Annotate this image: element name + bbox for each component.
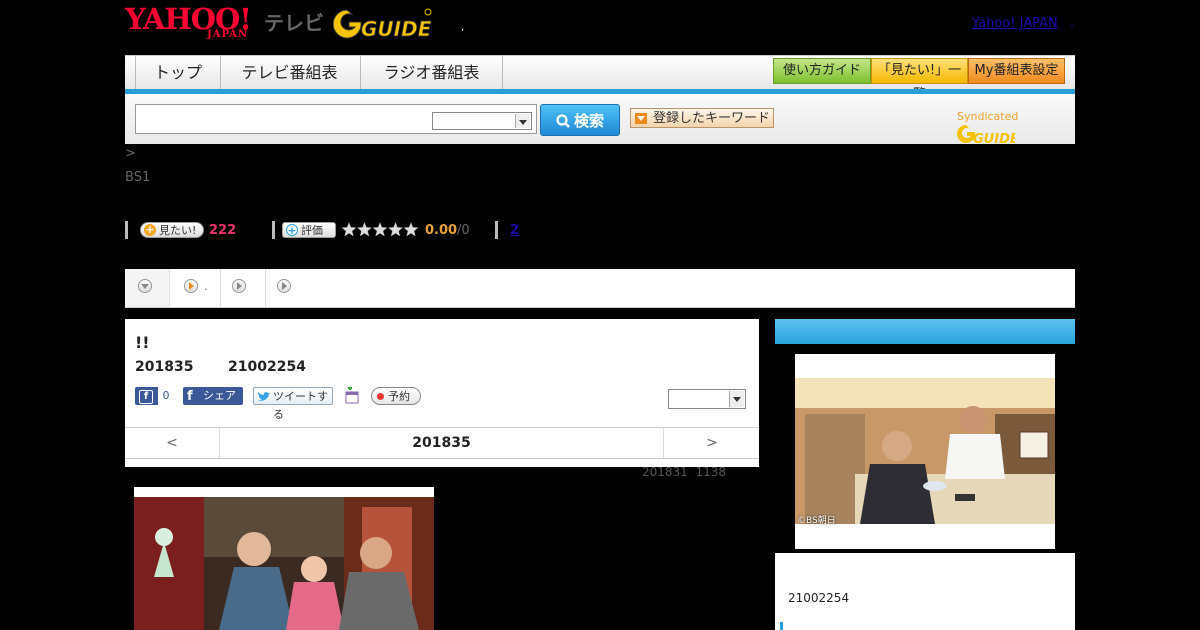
right-photo-frame: ©BS朝日 xyxy=(775,344,1075,553)
nav-tab-radio-listings[interactable]: ラジオ番組表 xyxy=(361,56,503,90)
play-icon xyxy=(277,279,291,293)
gguide-logo[interactable]: GUIDE xyxy=(332,6,433,42)
channel-name: BS1 xyxy=(125,170,151,185)
right-panel: ©BS朝日 21002254 xyxy=(775,319,1075,630)
rating-score: 0.00 xyxy=(425,223,458,238)
nav-tab-top[interactable]: トップ xyxy=(135,56,221,90)
facebook-icon: f xyxy=(139,390,153,404)
program-date: 201835 xyxy=(135,359,194,375)
plus-icon: + xyxy=(286,224,298,237)
search-button[interactable]: 検索 xyxy=(540,104,620,136)
program-panel: !! 201835 21002254 f 0 f シェア ツイートする 予約 <… xyxy=(125,319,759,467)
breadcrumb: > xyxy=(125,146,136,161)
divider xyxy=(272,221,275,239)
dropdown-arrow-icon xyxy=(635,113,647,124)
want-list-button[interactable]: 「見たい!」一覧 xyxy=(871,58,968,102)
program-photo-image xyxy=(134,497,434,630)
star-icon[interactable] xyxy=(387,221,404,237)
tweet-button[interactable]: ツイートする xyxy=(253,387,333,421)
calendar-add-icon[interactable] xyxy=(344,386,360,405)
star-rating xyxy=(341,221,421,243)
play-icon xyxy=(232,279,246,293)
date-pager: < 201835 > xyxy=(125,427,759,459)
yahoo-japan-link[interactable]: Yahoo! JAPAN xyxy=(972,16,1058,31)
rate-button[interactable]: + 評価 xyxy=(282,222,336,238)
program-tabs: . xyxy=(125,269,1075,308)
stars-icon xyxy=(341,221,419,237)
divider xyxy=(495,221,498,239)
chevron-down-icon xyxy=(515,114,530,128)
plus-icon: + xyxy=(144,223,156,236)
yahoo-japan-logo[interactable]: YAHOO! JAPAN xyxy=(125,4,260,42)
guide-button[interactable]: 使い方ガイド xyxy=(773,58,871,84)
program-photo xyxy=(134,487,434,630)
svg-text:GUIDE: GUIDE xyxy=(973,132,1015,145)
rating-count: /0 xyxy=(457,223,470,238)
want-to-watch-button[interactable]: + 見たい! xyxy=(140,222,204,238)
header-link-separator: . xyxy=(1070,16,1075,31)
chevron-down-icon xyxy=(138,279,152,293)
right-photo: ©BS朝日 xyxy=(795,354,1055,549)
facebook-share-button[interactable]: f シェア xyxy=(183,387,243,405)
program-id: 21002254 xyxy=(228,359,306,375)
header-separator: , xyxy=(461,22,465,33)
search-icon xyxy=(556,114,570,128)
search-category-select[interactable] xyxy=(432,112,532,130)
photo-credit: ©BS朝日 xyxy=(797,516,836,526)
facebook-icon: f xyxy=(187,389,193,404)
right-program-id: 21002254 xyxy=(788,591,850,605)
my-listings-button[interactable]: My番組表設定 xyxy=(968,58,1065,84)
reviews-link[interactable]: 2 xyxy=(510,223,519,238)
nav-tab-tv-listings[interactable]: テレビ番組表 xyxy=(219,56,361,90)
star-icon[interactable] xyxy=(372,221,388,237)
record-icon xyxy=(377,393,384,400)
pager-current: 201835 xyxy=(412,435,471,451)
gguide-mini-logo: GUIDE xyxy=(957,125,1019,147)
section-marker xyxy=(780,622,783,630)
chevron-down-icon xyxy=(729,391,744,407)
pager-prev-button[interactable]: < xyxy=(125,428,220,458)
syndicated-gguide-logo: Syndicated GUIDE xyxy=(957,110,1019,147)
saved-keywords-button[interactable]: 登録したキーワード xyxy=(630,108,774,128)
facebook-like-button[interactable]: f 0 xyxy=(135,387,174,405)
search-bar: 検索 登録したキーワード Syndicated GUIDE xyxy=(125,94,1075,147)
right-panel-header xyxy=(775,319,1075,344)
star-icon[interactable] xyxy=(403,221,419,237)
tab-3[interactable] xyxy=(266,269,310,307)
twitter-bird-icon xyxy=(258,392,270,401)
play-icon xyxy=(184,279,198,293)
tab-2[interactable] xyxy=(221,269,266,307)
main-nav: トップ テレビ番組表 ラジオ番組表 使い方ガイド 「見たい!」一覧 My番組表設… xyxy=(125,55,1075,102)
divider xyxy=(125,221,128,239)
program-select[interactable] xyxy=(668,389,746,409)
star-icon[interactable] xyxy=(356,221,373,237)
star-icon[interactable] xyxy=(341,221,357,237)
reserve-button[interactable]: 予約 xyxy=(371,387,421,405)
tab-details[interactable] xyxy=(125,269,170,307)
svg-text:GUIDE: GUIDE xyxy=(361,17,432,41)
pager-next-button[interactable]: > xyxy=(663,428,760,458)
updated-timestamp: 201831 1138 xyxy=(642,465,726,479)
want-count: 222 xyxy=(209,223,237,238)
program-title: !! xyxy=(135,333,150,352)
tab-1[interactable]: . xyxy=(170,269,221,307)
tv-label: テレビ xyxy=(264,11,324,35)
